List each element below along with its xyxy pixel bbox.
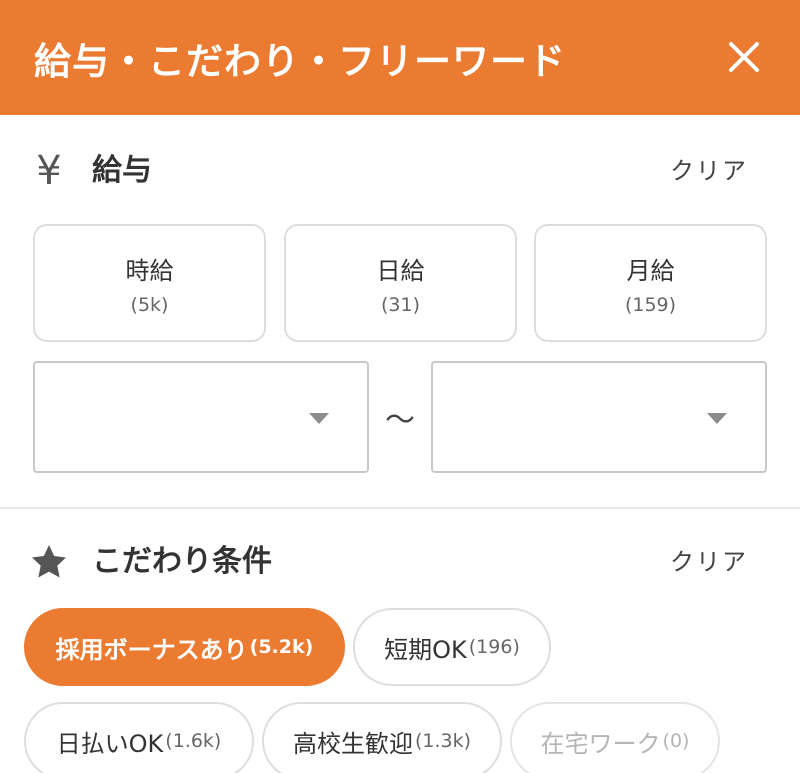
chip-count: (1.6k) xyxy=(165,730,222,752)
chip-daily-pay[interactable]: 日払いOK (1.6k) xyxy=(24,702,254,773)
salary-max-select[interactable] xyxy=(431,361,767,473)
modal-header: 給与・こだわり・フリーワード xyxy=(0,0,800,115)
chip-count: (196) xyxy=(468,636,520,658)
salary-type-count: (31) xyxy=(380,293,420,316)
preferences-section-header: こだわり条件 クリア xyxy=(0,532,800,592)
salary-type-count: (5k) xyxy=(130,293,169,316)
salary-clear-button[interactable]: クリア xyxy=(670,141,748,201)
chip-short-term[interactable]: 短期OK (196) xyxy=(353,608,551,686)
preferences-title: こだわり条件 xyxy=(92,544,272,579)
salary-type-label: 日給 xyxy=(376,256,425,285)
close-icon xyxy=(729,42,759,72)
range-separator: 〜 xyxy=(385,403,415,438)
section-divider xyxy=(0,507,800,509)
chip-high-school-welcome[interactable]: 高校生歓迎 (1.3k) xyxy=(262,702,502,773)
salary-type-daily[interactable]: 日給 (31) xyxy=(284,224,517,342)
yen-icon: ¥ xyxy=(36,148,62,194)
caret-down-icon xyxy=(707,413,727,424)
star-icon xyxy=(28,532,70,592)
chip-label: 短期OK xyxy=(384,635,467,664)
modal-title: 給与・こだわり・フリーワード xyxy=(34,39,566,83)
chip-label: 採用ボーナスあり xyxy=(55,635,248,664)
chip-label: 高校生歓迎 xyxy=(292,729,413,758)
salary-type-count: (159) xyxy=(624,293,677,316)
chip-count: (0) xyxy=(662,730,690,752)
preferences-clear-button[interactable]: クリア xyxy=(670,532,748,592)
close-button[interactable] xyxy=(724,37,764,77)
chip-hiring-bonus[interactable]: 採用ボーナスあり (5.2k) xyxy=(24,608,345,686)
salary-section-header: ¥ 給与 クリア xyxy=(0,141,800,201)
salary-type-hourly[interactable]: 時給 (5k) xyxy=(33,224,266,342)
chip-label: 日払いOK xyxy=(56,729,164,758)
salary-type-label: 時給 xyxy=(125,256,174,285)
chip-count: (1.3k) xyxy=(414,730,472,752)
salary-min-select[interactable] xyxy=(33,361,369,473)
salary-title: 給与 xyxy=(92,153,152,188)
salary-type-monthly[interactable]: 月給 (159) xyxy=(534,224,767,342)
chip-remote-work[interactable]: 在宅ワーク (0) xyxy=(510,702,720,773)
chip-count: (5.2k) xyxy=(249,636,314,658)
chip-label: 在宅ワーク xyxy=(540,729,661,758)
caret-down-icon xyxy=(309,413,329,424)
salary-type-label: 月給 xyxy=(626,256,675,285)
